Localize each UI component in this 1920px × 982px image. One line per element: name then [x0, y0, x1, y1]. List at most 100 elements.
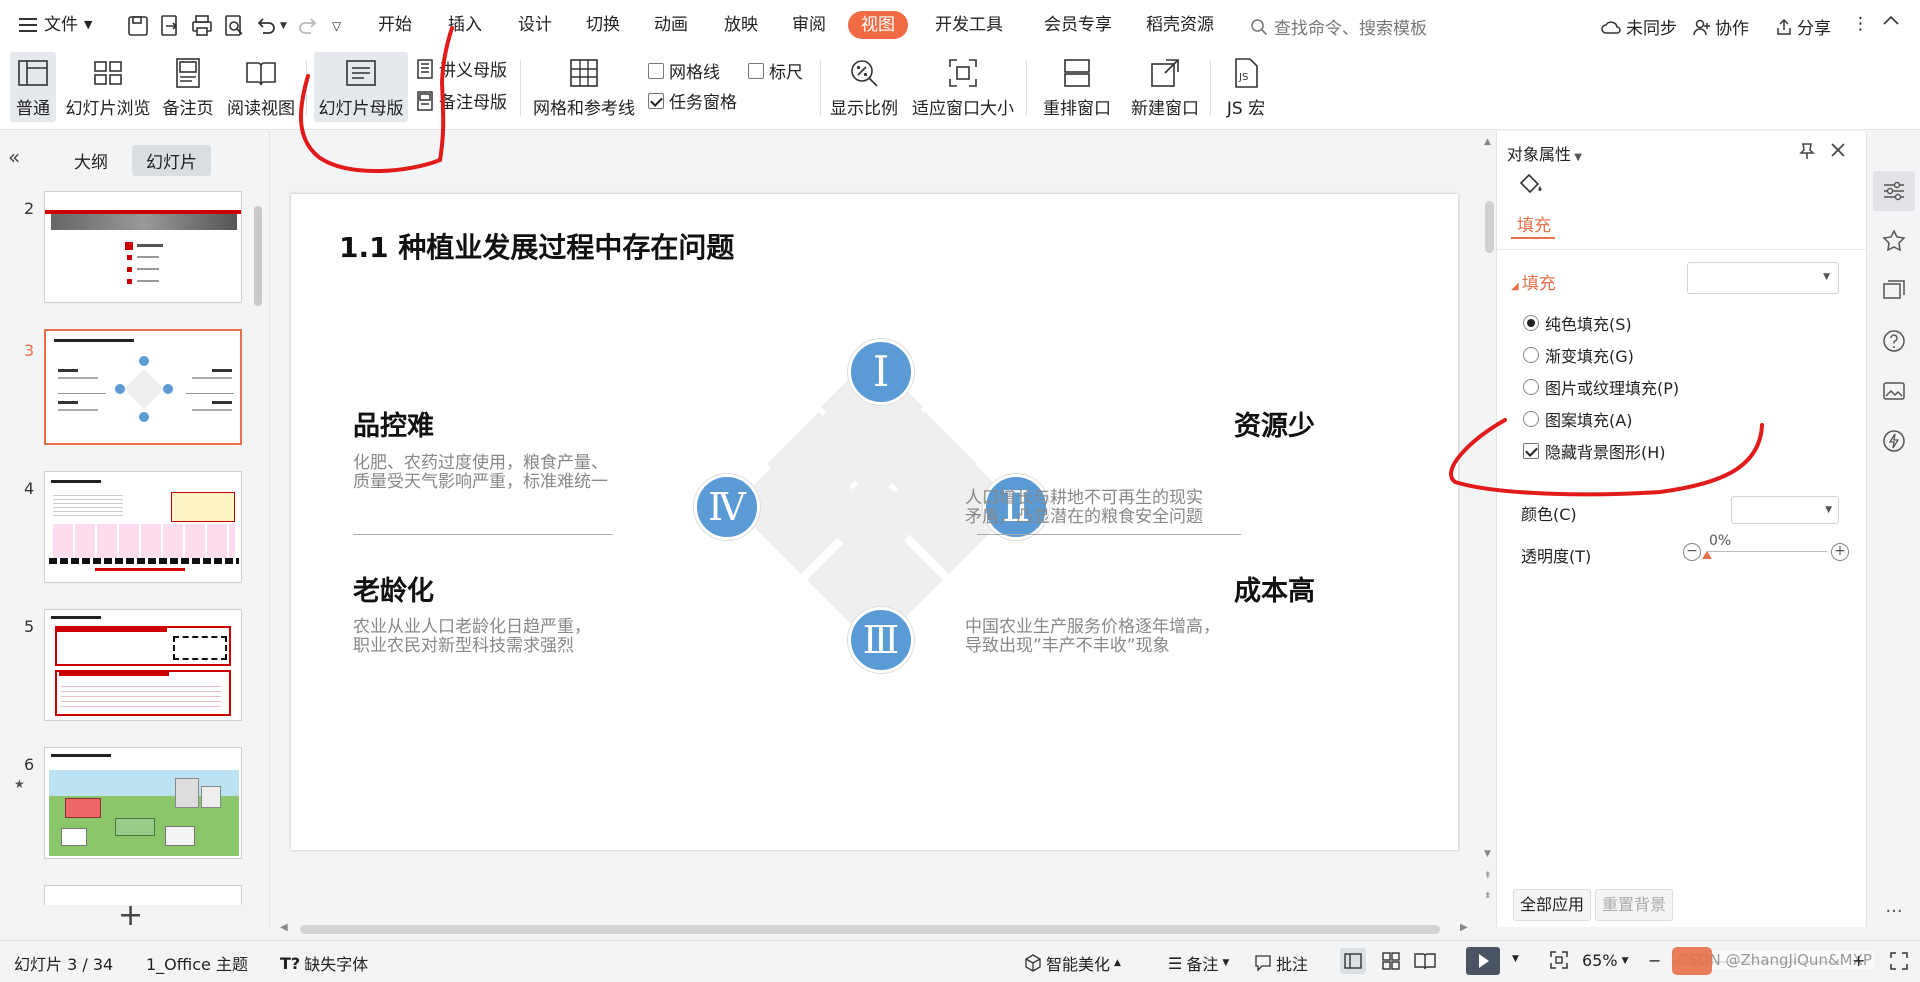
new-window-button[interactable]: 新建窗口 [1126, 52, 1204, 122]
hide-background-checkbox[interactable] [1523, 443, 1539, 459]
picture-fill-option[interactable]: 图片或纹理填充(P) [1523, 375, 1679, 399]
missing-font-button[interactable]: T? 缺失字体 [280, 951, 368, 975]
grid-guides-button[interactable]: 网格和参考线 [530, 52, 638, 122]
notes-page-button[interactable]: 备注页 [160, 52, 216, 122]
save-icon[interactable] [126, 14, 150, 38]
reading-view-button[interactable]: 阅读视图 [224, 52, 298, 122]
print-preview-icon[interactable] [222, 14, 246, 38]
scroll-right-icon[interactable]: ▶ [1460, 922, 1468, 933]
print-icon[interactable] [190, 14, 214, 38]
transparency-slider[interactable] [1707, 551, 1827, 552]
cost-title[interactable]: 成本高 [1234, 569, 1315, 608]
tab-animations[interactable]: 动画 [654, 14, 688, 36]
pattern-fill-option[interactable]: 图案填充(A) [1523, 407, 1632, 431]
circle-four[interactable]: Ⅳ [694, 474, 760, 540]
slide-title[interactable]: 1.1 种植业发展过程中存在问题 [339, 226, 734, 266]
tab-docer[interactable]: 稻壳资源 [1146, 14, 1214, 36]
sync-status[interactable]: 未同步 [1600, 14, 1677, 39]
gradient-fill-radio[interactable] [1523, 347, 1539, 363]
slide-thumbnail-4[interactable] [44, 471, 242, 583]
image-settings-icon[interactable] [1881, 378, 1907, 404]
fit-window-status-icon[interactable] [1548, 949, 1570, 971]
fit-window-button[interactable]: 适应窗口大小 [908, 52, 1018, 122]
properties-icon[interactable] [1881, 178, 1907, 204]
collapse-ribbon-icon[interactable] [1882, 14, 1900, 26]
slide-thumbnail-2[interactable] [44, 191, 242, 303]
fill-section-header[interactable]: ◢ 填充 [1511, 269, 1556, 294]
circle-three[interactable]: Ⅲ [848, 607, 914, 673]
smart-beautify-button[interactable]: 智能美化 ▲ [1024, 951, 1121, 975]
quality-control-text[interactable]: 化肥、农药过度使用，粮食产量、 质量受天气影响严重，标准难统一 [353, 454, 608, 492]
tab-design[interactable]: 设计 [518, 14, 552, 36]
zoom-level[interactable]: 65% ▼ [1582, 951, 1628, 970]
notes-master-button[interactable]: 备注母版 [416, 88, 507, 113]
vertical-scroll-thumb[interactable] [1485, 201, 1494, 253]
task-pane-check[interactable] [648, 92, 664, 109]
vertical-scrollbar[interactable]: ▲ ▼ ⇞ ⇟ [1482, 131, 1496, 927]
theme-name[interactable]: 1_Office 主题 [146, 951, 248, 975]
scroll-left-icon[interactable]: ◀ [280, 922, 288, 933]
file-menu[interactable]: 文件 ▼ [18, 14, 92, 36]
circle-one[interactable]: Ⅰ [848, 339, 914, 405]
tab-insert[interactable]: 插入 [448, 14, 482, 36]
decrease-transparency-icon[interactable]: − [1683, 543, 1701, 561]
tab-member[interactable]: 会员专享 [1044, 14, 1112, 36]
tab-developer[interactable]: 开发工具 [935, 14, 1003, 36]
close-icon[interactable] [1829, 141, 1847, 159]
slide-thumbnail-3[interactable] [44, 329, 242, 445]
tab-slideshow[interactable]: 放映 [724, 14, 758, 36]
play-slideshow-button[interactable] [1466, 947, 1500, 975]
redo-icon[interactable] [296, 14, 320, 38]
aging-text[interactable]: 农业从业人口老龄化日趋严重， 职业农民对新型科技需求强烈 [353, 618, 591, 656]
add-slide-button[interactable]: + [118, 901, 143, 931]
panel-title[interactable]: 对象属性 ▼ [1507, 141, 1582, 165]
play-options-icon[interactable]: ▼ [1512, 954, 1519, 964]
pin-icon[interactable] [1797, 141, 1817, 161]
ruler-checkbox[interactable]: 标尺 [748, 58, 803, 83]
notes-toggle[interactable]: ☰ 备注 ▼ [1168, 951, 1229, 975]
scroll-up-icon[interactable]: ▲ [1484, 137, 1491, 147]
slide-transition-icon[interactable] [1881, 278, 1907, 304]
share-button[interactable]: 分享 [1775, 14, 1831, 39]
solid-fill-radio[interactable] [1523, 315, 1539, 331]
slide-browse-button[interactable]: 幻灯片浏览 [62, 52, 154, 122]
tab-outline[interactable]: 大纲 [60, 145, 122, 176]
tab-view[interactable]: 视图 [848, 11, 908, 39]
picture-fill-radio[interactable] [1523, 379, 1539, 395]
command-search[interactable]: 查找命令、搜索模板 [1250, 14, 1427, 39]
js-macro-button[interactable]: JS JS 宏 [1218, 52, 1274, 122]
color-dropdown[interactable]: ▼ [1731, 496, 1839, 524]
apply-all-button[interactable]: 全部应用 [1513, 889, 1592, 921]
thumbnail-scrollbar[interactable] [254, 206, 262, 306]
collapse-pane-icon[interactable]: « [8, 145, 20, 169]
prev-slide-icon[interactable]: ⇞ [1484, 871, 1492, 881]
undo-icon[interactable] [254, 14, 278, 38]
resources-title[interactable]: 资源少 [1234, 404, 1315, 443]
normal-view-button[interactable]: 普通 [10, 52, 56, 122]
customize-quick-access-icon[interactable]: ▽ [332, 19, 356, 43]
tab-review[interactable]: 审阅 [792, 14, 826, 36]
slide-thumbnail-6[interactable] [44, 747, 242, 859]
help-icon[interactable] [1881, 328, 1907, 354]
more-menu-icon[interactable]: ⋮ [1852, 14, 1869, 34]
comments-toggle[interactable]: 批注 [1254, 951, 1308, 975]
tab-slides[interactable]: 幻灯片 [132, 145, 211, 176]
paint-bucket-icon[interactable] [1517, 171, 1545, 197]
fullscreen-icon[interactable] [1888, 950, 1910, 972]
tab-home[interactable]: 开始 [378, 14, 412, 36]
sorter-view-status-icon[interactable] [1378, 948, 1404, 974]
hide-background-option[interactable]: 隐藏背景图形(H) [1523, 439, 1666, 463]
rearrange-window-button[interactable]: 重排窗口 [1034, 52, 1120, 122]
horizontal-scrollbar[interactable]: ◀ ▶ [280, 922, 1470, 936]
lightning-icon[interactable] [1881, 428, 1907, 454]
reading-view-status-icon[interactable] [1412, 948, 1438, 974]
resources-text[interactable]: 人口增长与耕地不可再生的现实 矛盾，凸显潜在的粮食安全问题 [965, 489, 1203, 527]
gridlines-check[interactable] [648, 62, 664, 79]
scroll-down-icon[interactable]: ▼ [1484, 849, 1491, 859]
slide-thumbnail-5[interactable] [44, 609, 242, 721]
next-slide-icon[interactable]: ⇟ [1484, 891, 1492, 901]
transparency-slider-handle[interactable] [1702, 551, 1712, 559]
animation-icon[interactable] [1881, 228, 1907, 254]
ruler-check[interactable] [748, 62, 764, 79]
undo-dropdown-icon[interactable]: ▼ [280, 21, 290, 45]
